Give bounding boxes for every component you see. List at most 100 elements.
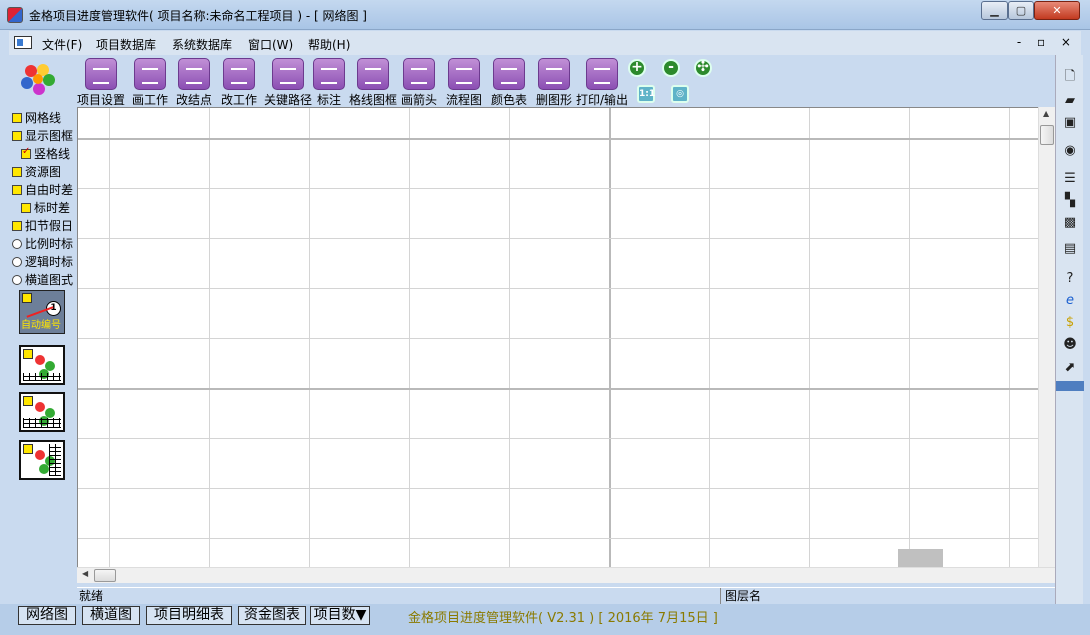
minimize-button[interactable]: ▁ — [981, 1, 1008, 20]
radio-icon — [12, 257, 22, 267]
layer-name: 图层名 — [725, 589, 762, 603]
view-icon[interactable]: ◉ — [1061, 143, 1079, 159]
edit-node-icon — [178, 58, 210, 90]
tab-project-details[interactable]: 项目明细表 — [146, 606, 232, 625]
bottom-tab-bar: 网络图 横道图 项目明细表 资金图表 项目数▼ 金格项目进度管理软件( V2.3… — [0, 604, 1090, 635]
ie-icon[interactable]: e — [1061, 293, 1079, 309]
scroll-left-icon[interactable]: ◀ — [82, 569, 88, 578]
vertical-scrollbar[interactable]: ▲ — [1038, 107, 1055, 567]
save-icon[interactable]: ▣ — [1061, 115, 1079, 131]
main-toolbar: 项目设置 画工作 改结点 改工作 关键路径 标注 格线图框 画箭头 流程图 颜色… — [9, 55, 1055, 107]
menu-system-db[interactable]: 系统数据库 — [172, 36, 232, 53]
checkbox-icon — [12, 113, 22, 123]
menu-help[interactable]: 帮助(H) — [308, 36, 350, 53]
checkbox-icon — [21, 203, 31, 213]
view-layout-1-icon[interactable] — [19, 345, 65, 385]
new-file-icon[interactable]: 🗋 — [1061, 69, 1079, 85]
export-icon[interactable]: ⬈ — [1061, 360, 1079, 376]
tab-funds-chart[interactable]: 资金图表 — [238, 606, 306, 625]
project-settings-icon — [85, 58, 117, 90]
menu-bar: 文件(F) 项目数据库 系统数据库 窗口(W) 帮助(H) - ▫ × — [9, 31, 1081, 55]
person-icon[interactable]: ☻ — [1061, 337, 1079, 353]
delete-shape-icon — [538, 58, 570, 90]
title-bar: 金格项目进度管理软件( 项目名称:未命名工程项目 ) - [ 网络图 ] ▁ ▢… — [0, 0, 1090, 30]
gridline-frame-icon — [357, 58, 389, 90]
annotate-icon — [313, 58, 345, 90]
canvas-selection-block — [898, 549, 943, 567]
option-logical-scale[interactable]: 逻辑时标 — [12, 253, 73, 270]
tab-gantt[interactable]: 横道图 — [82, 606, 140, 625]
tool-edit-work[interactable]: 改工作 — [211, 58, 267, 108]
menu-file[interactable]: 文件(F) — [42, 36, 82, 53]
option-exclude-holidays[interactable]: 扣节假日 — [12, 217, 73, 234]
radio-icon — [12, 239, 22, 249]
app-logo-icon — [21, 64, 55, 95]
draw-arrow-icon — [403, 58, 435, 90]
checkbox-icon — [12, 221, 22, 231]
zoom-in-button[interactable]: + — [628, 59, 646, 77]
left-options-panel: 网格线 显示图框 竖格线 资源图 自由时差 标时差 扣节假日 比例时标 逻辑时标… — [9, 107, 76, 604]
network-diagram-canvas[interactable] — [77, 107, 1038, 567]
list-icon[interactable]: ☰ — [1061, 171, 1079, 187]
checkbox-icon — [12, 131, 22, 141]
option-show-frame[interactable]: 显示图框 — [12, 127, 73, 144]
help-icon[interactable]: ? — [1061, 271, 1079, 287]
zoom-out-button[interactable]: - — [662, 59, 680, 77]
vertical-scroll-thumb[interactable] — [1040, 125, 1054, 145]
status-bar: 就绪 图层名 — [77, 587, 1055, 605]
option-vertical-lines[interactable]: 竖格线 — [21, 145, 70, 162]
fit-view-button[interactable]: ✣ — [694, 59, 712, 77]
radio-icon — [12, 275, 22, 285]
tab-project-count[interactable]: 项目数▼ — [310, 606, 370, 625]
flowchart-icon — [448, 58, 480, 90]
maximize-icon: ▢ — [1015, 4, 1027, 17]
print-output-icon — [586, 58, 618, 90]
toolbar-overflow-icon[interactable] — [1056, 381, 1084, 391]
dollar-icon[interactable]: $ — [1061, 315, 1079, 331]
print-icon[interactable]: ▤ — [1061, 241, 1079, 257]
scroll-up-icon[interactable]: ▲ — [1043, 109, 1049, 118]
checkbox-icon — [12, 167, 22, 177]
close-icon: ✕ — [1052, 4, 1062, 17]
checkbox-icon — [12, 185, 22, 195]
color-table-icon — [493, 58, 525, 90]
option-free-float[interactable]: 自由时差 — [12, 181, 73, 198]
status-text: 就绪 — [77, 588, 721, 605]
critical-path-icon — [272, 58, 304, 90]
window-title: 金格项目进度管理软件( 项目名称:未命名工程项目 ) - [ 网络图 ] — [29, 9, 367, 23]
option-gantt-style[interactable]: 横道图式 — [12, 271, 73, 288]
open-folder-icon[interactable]: ▰ — [1061, 93, 1079, 109]
view-layout-3-icon[interactable] — [19, 440, 65, 480]
option-resource-chart[interactable]: 资源图 — [12, 163, 61, 180]
app-icon — [7, 7, 23, 23]
option-proportional-scale[interactable]: 比例时标 — [12, 235, 73, 252]
tab-network-diagram[interactable]: 网络图 — [18, 606, 76, 625]
menu-project-db[interactable]: 项目数据库 — [96, 36, 156, 53]
option-grid-lines[interactable]: 网格线 — [12, 109, 61, 126]
mdi-controls[interactable]: - ▫ × — [1017, 35, 1077, 49]
horizontal-scroll-thumb[interactable] — [94, 569, 116, 582]
close-button[interactable]: ✕ — [1034, 1, 1080, 20]
right-toolbar: 🗋 ▰ ▣ ◉ ☰ ▚ ▩ ▤ ? e $ ☻ ⬈ — [1055, 55, 1084, 604]
app-window: 金格项目进度管理软件( 项目名称:未命名工程项目 ) - [ 网络图 ] ▁ ▢… — [0, 0, 1090, 635]
tool-project-settings[interactable]: 项目设置 — [73, 58, 129, 108]
draw-work-icon — [134, 58, 166, 90]
document-icon[interactable] — [14, 36, 32, 49]
view-layout-2-icon[interactable] — [19, 392, 65, 432]
hierarchy-icon[interactable]: ▚ — [1061, 193, 1079, 209]
horizontal-scrollbar[interactable]: ◀ — [77, 567, 1055, 583]
target-button[interactable]: ◎ — [671, 85, 689, 103]
checkbox-icon — [22, 293, 32, 303]
edit-work-icon — [223, 58, 255, 90]
option-mark-float[interactable]: 标时差 — [21, 199, 70, 216]
checkbox-checked-icon — [21, 146, 31, 159]
auto-number-label: 自动编号 — [21, 320, 61, 331]
camera-icon[interactable]: ▩ — [1061, 215, 1079, 231]
maximize-button[interactable]: ▢ — [1008, 1, 1034, 20]
menu-window[interactable]: 窗口(W) — [248, 36, 293, 53]
footer-version-info: 金格项目进度管理软件( V2.31 ) [ 2016年 7月15日 ] — [408, 611, 718, 626]
one-to-one-button[interactable]: 1:1 — [637, 85, 655, 103]
auto-number-button[interactable]: 1 自动编号 — [19, 290, 65, 334]
tool-print-output[interactable]: 打印/输出 — [574, 58, 630, 108]
minimize-icon: ▁ — [990, 4, 999, 17]
